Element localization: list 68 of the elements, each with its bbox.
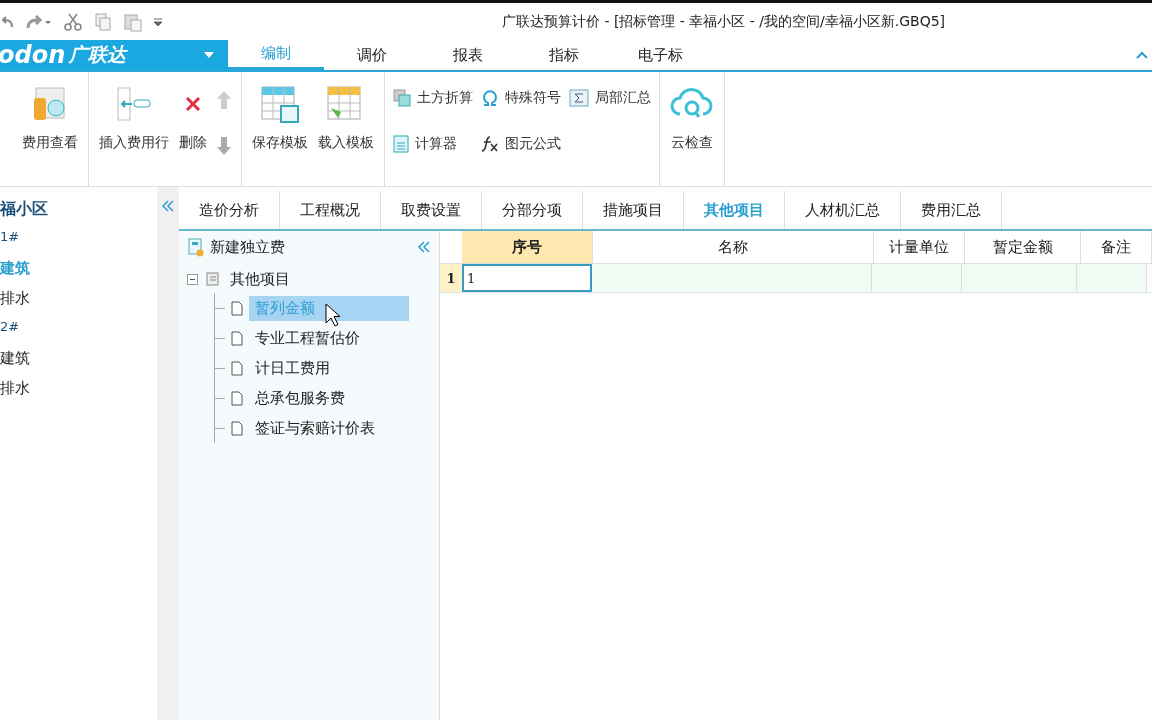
ribbon-button[interactable]: 图元公式 <box>481 135 561 153</box>
redo-icon[interactable] <box>26 13 52 30</box>
ribbon-button[interactable]: 费用查看 <box>20 80 80 154</box>
window-title: 广联达预算计价 - [招标管理 - 幸福小区 - /我的空间/幸福小区新.GBQ5] <box>502 12 946 31</box>
table-cell[interactable] <box>592 264 872 292</box>
table-cell[interactable] <box>872 264 962 292</box>
up-arrow-icon <box>215 90 233 110</box>
document-icon <box>231 300 243 316</box>
project-tree-item[interactable]: 排水 <box>0 289 158 309</box>
collapse-left-icon[interactable] <box>161 199 176 213</box>
omega-icon <box>481 89 499 107</box>
ribbon-button[interactable]: 保存模板 <box>250 80 310 154</box>
ribbon-button[interactable]: 云检查 <box>668 80 716 154</box>
document-icon <box>231 420 243 436</box>
table-cell[interactable] <box>1077 264 1147 292</box>
squares-icon <box>393 89 411 107</box>
document-coins-icon <box>187 237 205 257</box>
ribbon-button[interactable]: 土方折算 <box>393 89 473 107</box>
collapse-ribbon-icon[interactable] <box>1136 51 1148 59</box>
ribbon-button[interactable]: 删除 <box>177 80 209 154</box>
mouse-pointer-icon <box>325 303 341 327</box>
ribbon-tab[interactable]: 指标 <box>516 40 612 70</box>
ribbon-tab[interactable]: 报表 <box>420 40 516 70</box>
sigma-icon <box>569 89 589 107</box>
project-tree-item[interactable]: 排水 <box>0 379 158 399</box>
column-header[interactable]: 备注 <box>1081 231 1152 263</box>
column-header[interactable]: 名称 <box>593 231 874 263</box>
project-tree-item[interactable]: 1# <box>0 229 158 249</box>
collapse-panel-icon[interactable] <box>417 240 431 254</box>
document-icon <box>231 330 243 346</box>
ribbon-button[interactable]: 载入模板 <box>316 80 376 154</box>
scissors-icon[interactable] <box>64 12 82 31</box>
down-arrow-icon <box>215 136 233 156</box>
document-icon <box>231 360 243 376</box>
ribbon-tab[interactable]: 调价 <box>324 40 420 70</box>
insert-row-icon <box>114 84 154 124</box>
column-header[interactable]: 计量单位 <box>874 231 965 263</box>
ribbon-button[interactable]: 插入费用行 <box>97 80 171 154</box>
tree-item[interactable]: 总承包服务费 <box>249 385 351 411</box>
ribbon-tab[interactable]: 电子标 <box>612 40 708 70</box>
new-fee-button[interactable]: 新建独立费 <box>187 237 285 257</box>
customize-icon[interactable] <box>154 16 162 27</box>
column-header[interactable]: 暂定金额 <box>965 231 1081 263</box>
row-number: 1 <box>440 264 462 292</box>
table-cell[interactable] <box>962 264 1077 292</box>
cross-icon <box>183 94 203 114</box>
tree-item[interactable]: 专业工程暂估价 <box>249 325 366 351</box>
caret-icon <box>204 52 214 58</box>
paste-icon[interactable] <box>124 11 142 32</box>
tree-item[interactable]: 计日工费用 <box>249 355 336 381</box>
undo-icon[interactable] <box>0 14 14 29</box>
save-table-icon <box>259 84 301 124</box>
table-cell[interactable]: 1 <box>462 264 592 292</box>
folder-doc-icon <box>206 271 222 287</box>
collapse-node-icon[interactable] <box>187 273 198 285</box>
ribbon-button[interactable]: 计算器 <box>393 135 473 153</box>
tree-item[interactable]: 签证与索赔计价表 <box>249 415 381 441</box>
function-icon <box>481 135 499 153</box>
ribbon-button[interactable]: 局部汇总 <box>569 89 651 107</box>
document-icon <box>231 390 243 406</box>
project-tree-item[interactable]: 2# <box>0 319 158 339</box>
project-tree-item[interactable]: 福小区 <box>0 199 158 219</box>
copy-icon[interactable] <box>94 12 112 31</box>
tree-item[interactable]: 其他项目 <box>230 269 290 289</box>
project-tree-item[interactable]: 建筑 <box>0 349 158 369</box>
calculator-icon <box>393 135 409 153</box>
column-header[interactable]: 序号 <box>462 231 593 263</box>
ribbon-button[interactable]: 特殊符号 <box>481 89 561 107</box>
